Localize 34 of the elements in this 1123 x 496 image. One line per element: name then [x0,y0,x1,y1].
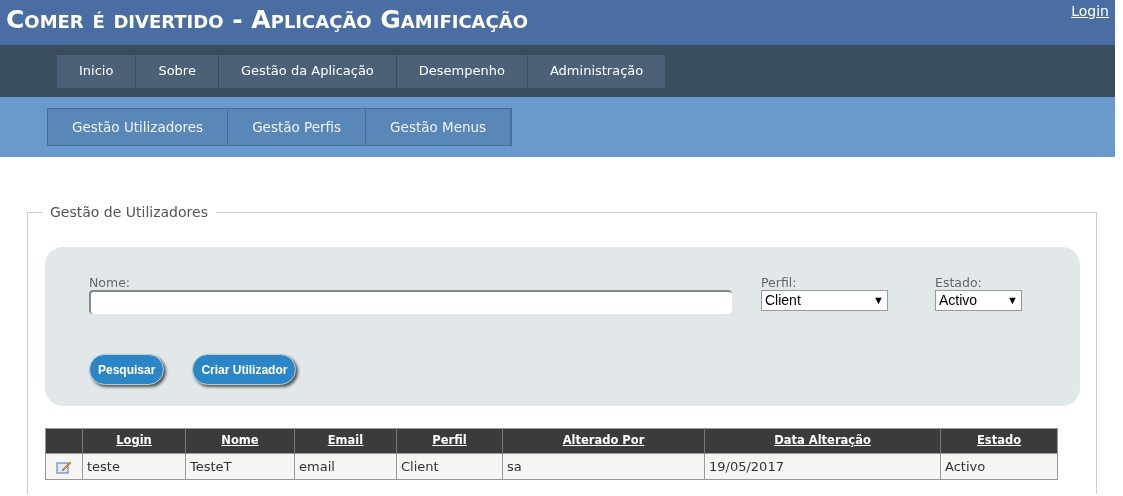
table-cell: sa [502,453,705,480]
field-label: Estado: [935,275,983,290]
column-header[interactable]: Nome [185,428,295,454]
action-button[interactable]: Criar Utilizador [192,354,297,385]
column-header[interactable]: Perfil [396,428,503,454]
table-cell: TesteT [185,453,295,480]
table-cell: 19/05/2017 [704,453,941,480]
table-cell: Activo [940,453,1058,480]
column-header[interactable]: Email [294,428,397,454]
action-button[interactable]: Pesquisar [89,354,165,385]
login-link[interactable]: Login [1071,1,1109,22]
subnav-tab[interactable]: Gestão Perfis [228,109,367,145]
nav-tab[interactable]: Sobre [136,54,219,88]
field-label: Nome: [89,275,132,290]
app-title: Comer é divertido - Aplicação Gamificação [6,4,528,36]
profile-dropdown[interactable]: Client ▼ [761,290,888,311]
subnav-tab[interactable]: Gestão Menus [366,109,512,145]
nav-tab[interactable]: Administração [527,54,667,88]
field-label: Perfil: [761,275,798,290]
table-cell: teste [82,453,186,480]
edit-icon[interactable] [56,460,72,474]
status-dropdown[interactable]: Activo ▼ [935,290,1022,311]
nav-tab[interactable]: Desempenho [396,54,528,88]
name-field[interactable] [89,290,732,314]
column-header[interactable]: Data Alteração [704,428,941,454]
nav-tab[interactable]: Inicio [57,54,137,88]
header-cell [45,428,83,454]
column-header[interactable]: Login [82,428,186,454]
table-cell: Client [396,453,503,480]
subnav-tab[interactable]: Gestão Utilizadores [48,109,229,145]
nav-tab[interactable]: Gestão da Aplicação [218,54,397,88]
column-header[interactable]: Estado [940,428,1058,454]
column-header[interactable]: Alterado Por [502,428,705,454]
table-cell: email [294,453,397,480]
